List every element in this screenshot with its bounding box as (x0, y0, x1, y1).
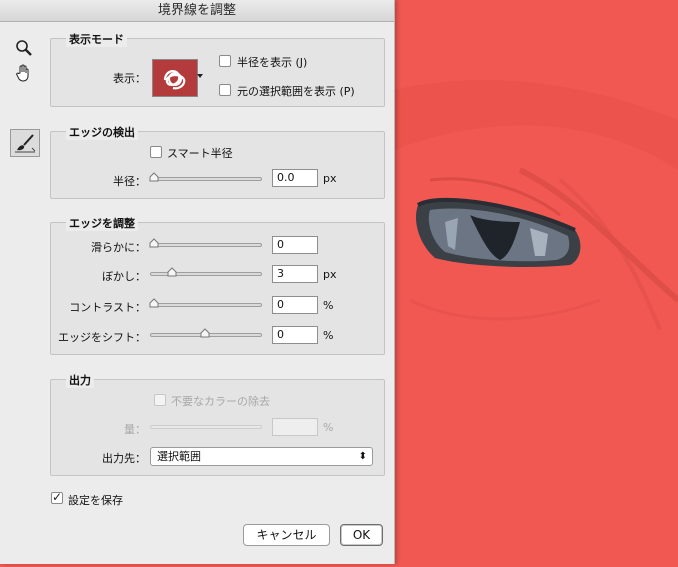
radius-label: 半径： (113, 175, 146, 188)
view-label: 表示： (113, 72, 146, 85)
amount-slider[interactable] (150, 425, 262, 429)
zoom-tool-icon[interactable] (14, 38, 34, 58)
contrast-input[interactable]: 0 (272, 296, 318, 314)
amount-label: 量： (124, 423, 146, 436)
select-arrows-icon: ⬍ (358, 451, 367, 462)
adjust-edge-title: エッジを調整 (66, 215, 138, 231)
smart-radius-checkbox[interactable] (150, 146, 162, 158)
smooth-label: 滑らかに： (91, 241, 146, 254)
overlay-view-icon (153, 60, 197, 96)
smooth-input[interactable]: 0 (272, 236, 318, 254)
feather-slider-thumb[interactable] (167, 267, 177, 277)
show-radius-checkbox[interactable] (219, 55, 231, 67)
remember-settings-checkbox[interactable] (51, 490, 63, 504)
show-original-label: 元の選択範囲を表示 (P) (237, 85, 355, 98)
chevron-down-icon (197, 74, 203, 78)
view-mode-dropdown[interactable] (196, 59, 204, 95)
smooth-slider[interactable] (150, 243, 262, 247)
shift-edge-input[interactable]: 0 (272, 326, 318, 344)
radius-slider[interactable] (150, 177, 262, 181)
show-original-checkbox[interactable] (219, 84, 231, 96)
feather-label: ぼかし： (102, 270, 146, 283)
edge-detection-title: エッジの検出 (66, 124, 138, 140)
shift-edge-label: エッジをシフト： (58, 331, 146, 344)
display-mode-title: 表示モード (66, 31, 127, 47)
shift-edge-unit: % (323, 329, 334, 342)
contrast-unit: % (323, 299, 334, 312)
refine-radius-brush-icon[interactable] (10, 129, 40, 157)
radius-unit: px (323, 172, 337, 185)
contrast-slider-thumb[interactable] (149, 298, 159, 308)
amount-unit: % (323, 421, 334, 434)
smart-radius-label: スマート半径 (167, 147, 233, 160)
output-to-select[interactable]: 選択範囲 ⬍ (150, 447, 373, 466)
ok-button[interactable]: OK (340, 524, 383, 546)
cancel-button[interactable]: キャンセル (243, 524, 330, 546)
amount-input[interactable] (272, 418, 318, 436)
show-radius-label: 半径を表示 (J) (237, 56, 308, 69)
remember-settings-label: 設定を保存 (68, 494, 123, 507)
contrast-slider[interactable] (150, 303, 262, 307)
feather-input[interactable]: 3 (272, 265, 318, 283)
shift-edge-slider-thumb[interactable] (200, 328, 210, 338)
output-to-label: 出力先： (102, 452, 146, 465)
radius-slider-thumb[interactable] (149, 172, 159, 182)
output-title: 出力 (66, 372, 94, 388)
decontaminate-checkbox[interactable] (154, 394, 166, 406)
refine-edge-dialog: 境界線を調整 表示モード 表示： 半径を表示 (J) 元の選択範囲を表示 (P)… (0, 0, 395, 564)
radius-input[interactable]: 0.0 (272, 169, 318, 187)
feather-unit: px (323, 268, 337, 281)
contrast-label: コントラスト： (69, 301, 146, 314)
decontaminate-label: 不要なカラーの除去 (171, 395, 270, 408)
dialog-title[interactable]: 境界線を調整 (0, 0, 394, 22)
output-to-value: 選択範囲 (157, 450, 201, 463)
view-mode-thumbnail[interactable] (152, 59, 198, 97)
smooth-slider-thumb[interactable] (149, 238, 159, 248)
hand-tool-icon[interactable] (13, 62, 35, 84)
